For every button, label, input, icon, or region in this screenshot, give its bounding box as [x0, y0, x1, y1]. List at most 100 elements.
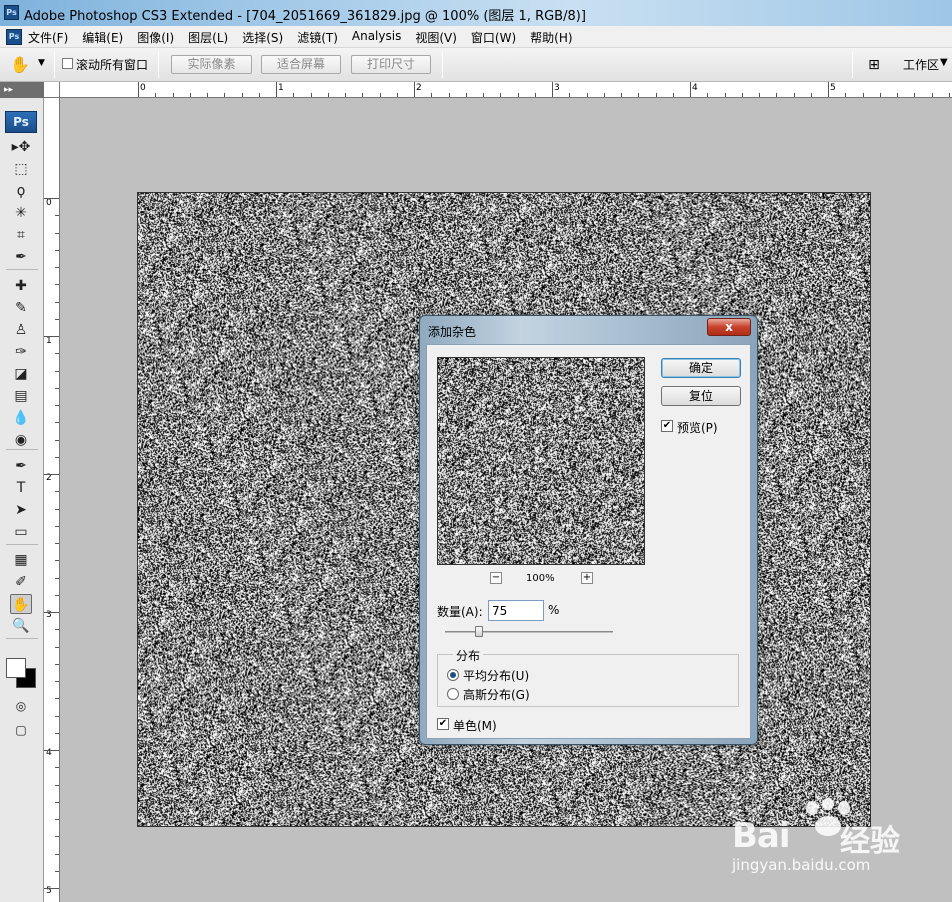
actual-pixels-button[interactable]: 实际像素	[171, 55, 252, 74]
foreground-color-swatch[interactable]	[6, 658, 26, 678]
ruler-tick	[44, 750, 59, 751]
blur-tool-icon[interactable]: 💧	[10, 408, 32, 428]
scroll-all-windows-checkbox[interactable]	[62, 58, 73, 69]
zoom-tool-icon[interactable]: 🔍	[10, 616, 32, 636]
zoom-in-button[interactable]: +	[581, 572, 593, 584]
reset-button[interactable]: 复位	[661, 386, 741, 406]
ruler-tick	[379, 93, 381, 97]
ruler-origin[interactable]	[44, 82, 60, 98]
dodge-tool-icon[interactable]: ◉	[10, 430, 32, 450]
ruler-tick	[55, 405, 59, 406]
brush-tool-icon[interactable]: ✎	[10, 298, 32, 318]
eraser-tool-icon[interactable]: ◪	[10, 364, 32, 384]
watermark-brand-cn: 经验	[840, 824, 900, 859]
menu-window[interactable]: 窗口(W)	[471, 29, 516, 46]
scroll-all-windows-label: 滚动所有窗口	[76, 58, 149, 72]
path-selection-tool-icon[interactable]: ➤	[10, 500, 32, 520]
menu-select[interactable]: 选择(S)	[242, 29, 283, 46]
bridge-icon[interactable]: ⊞	[862, 55, 886, 75]
slice-tool-icon[interactable]: ✒	[10, 247, 32, 267]
toolbox-divider	[6, 449, 38, 450]
print-size-button[interactable]: 打印尺寸	[351, 55, 431, 74]
ruler-tick	[448, 93, 450, 97]
hand-tool-icon[interactable]: ✋	[10, 594, 32, 614]
crop-tool-icon[interactable]: ⌗	[10, 225, 32, 245]
ruler-tick	[569, 93, 571, 97]
chevron-down-icon[interactable]: ▼	[38, 58, 45, 68]
ruler-tick	[55, 301, 59, 303]
uniform-radio[interactable]	[447, 669, 459, 681]
ruler-tick	[55, 698, 59, 700]
ruler-tick	[55, 663, 59, 665]
amount-input[interactable]	[488, 600, 544, 621]
amount-unit: %	[548, 603, 560, 617]
menu-file[interactable]: 文件(F)	[28, 29, 68, 46]
ruler-tick	[55, 646, 59, 648]
ruler-tick	[55, 681, 59, 682]
photoshop-logo-icon[interactable]: Ps	[5, 111, 37, 133]
close-button[interactable]: x	[707, 318, 751, 336]
menu-analysis[interactable]: Analysis	[352, 29, 401, 46]
ruler-tick	[55, 836, 59, 838]
quick-mask-icon[interactable]: ◎	[10, 696, 32, 716]
notes-tool-icon[interactable]: ▦	[10, 550, 32, 570]
document-menu-icon[interactable]: Ps	[6, 29, 22, 45]
eyedropper-tool-icon[interactable]: ✐	[10, 572, 32, 592]
ruler-tick	[517, 93, 519, 97]
dialog-title: 添加杂色	[428, 325, 477, 339]
amount-slider-track[interactable]	[445, 631, 613, 633]
menu-help[interactable]: 帮助(H)	[530, 29, 572, 46]
menu-layer[interactable]: 图层(L)	[188, 29, 228, 46]
amount-label: 数量(A):	[437, 605, 483, 619]
ruler-tick	[724, 93, 726, 97]
magic-wand-tool-icon[interactable]: ✳	[10, 203, 32, 223]
healing-brush-tool-icon[interactable]: ✚	[10, 276, 32, 296]
ruler-tick	[258, 93, 260, 97]
ruler-top-label: 1	[278, 83, 284, 93]
photoshop-app-icon: Ps	[4, 5, 19, 20]
toolbox-grip[interactable]: ▸▸	[0, 82, 44, 98]
ruler-tick	[55, 284, 59, 286]
ruler-tick	[914, 93, 916, 97]
menu-view[interactable]: 视图(V)	[415, 29, 457, 46]
dialog-body: − 100% + 确定 复位 ✔ 预览(P) 数量(A): % 分布 平均分布(…	[426, 344, 751, 739]
options-bar: ✋ ▼ 滚动所有窗口 实际像素 适合屏幕 打印尺寸 ⊞ 工作区 ▼	[0, 48, 952, 82]
gradient-tool-icon[interactable]: ▤	[10, 386, 32, 406]
gaussian-radio[interactable]	[447, 688, 459, 700]
workspace-arrow-icon[interactable]: ▼	[940, 57, 948, 68]
move-tool-icon[interactable]: ▸✥	[10, 137, 32, 157]
ruler-tick	[55, 215, 59, 217]
menu-image[interactable]: 图像(I)	[137, 29, 174, 46]
fit-screen-button[interactable]: 适合屏幕	[261, 55, 341, 74]
zoom-out-button[interactable]: −	[490, 572, 502, 584]
rectangle-tool-icon[interactable]: ▭	[10, 522, 32, 542]
ruler-tick	[431, 93, 433, 97]
pen-tool-icon[interactable]: ✒	[10, 456, 32, 476]
screen-mode-icon[interactable]: ▢	[10, 720, 32, 740]
preview-checkbox[interactable]: ✔	[661, 420, 673, 432]
filter-preview[interactable]	[437, 357, 645, 565]
menu-filter[interactable]: 滤镜(T)	[297, 29, 338, 46]
preview-zoom-level: 100%	[526, 573, 555, 584]
ruler-tick	[500, 93, 502, 97]
ok-button[interactable]: 确定	[661, 358, 741, 378]
lasso-tool-icon[interactable]: ϙ	[10, 181, 32, 201]
amount-slider-thumb[interactable]	[474, 626, 483, 637]
menu-edit[interactable]: 编辑(E)	[82, 29, 123, 46]
hand-tool-preset-icon[interactable]: ✋	[10, 55, 30, 75]
clone-stamp-tool-icon[interactable]: ♙	[10, 320, 32, 340]
history-brush-tool-icon[interactable]: ✑	[10, 342, 32, 362]
watermark-url: jingyan.baidu.com	[732, 856, 871, 874]
ruler-tick	[603, 93, 605, 97]
ruler-top-label: 4	[692, 83, 698, 93]
menu-items: 文件(F) 编辑(E) 图像(I) 图层(L) 选择(S) 滤镜(T) Anal…	[28, 29, 587, 46]
ruler-tick	[224, 93, 226, 97]
ruler-tick	[55, 870, 59, 872]
ruler-tick	[138, 82, 139, 97]
marquee-tool-icon[interactable]: ⬚	[10, 159, 32, 179]
toolbox-divider	[6, 544, 38, 545]
type-tool-icon[interactable]: T	[10, 478, 32, 498]
toolbox-divider	[6, 638, 38, 639]
workspace-menu[interactable]: 工作区	[903, 56, 939, 73]
monochromatic-checkbox[interactable]: ✔	[437, 718, 449, 730]
